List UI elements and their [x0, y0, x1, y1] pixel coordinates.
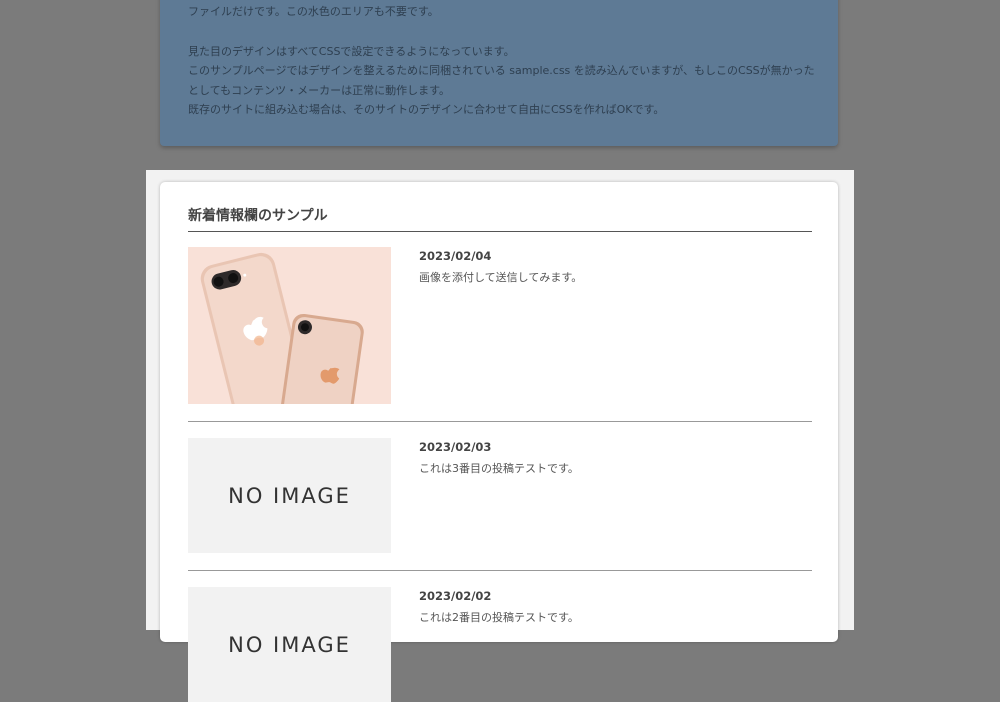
news-date: 2023/02/03 — [419, 440, 492, 454]
no-image-placeholder: NO IMAGE — [188, 587, 391, 702]
info-box: ファイルだけです。この水色のエリアも不要です。 見た目のデザインはすべてCSSで… — [160, 0, 838, 146]
news-divider — [188, 570, 812, 571]
info-line: このサンプルページではデザインを整えるために同梱されている sample.css… — [188, 64, 815, 77]
news-item[interactable]: NO IMAGE 2023/02/03 これは3番目の投稿テストです。 — [188, 438, 812, 553]
info-text: ファイルだけです。この水色のエリアも不要です。 見た目のデザインはすべてCSSで… — [188, 2, 818, 120]
info-line: ファイルだけです。この水色のエリアも不要です。 — [188, 5, 439, 18]
news-text[interactable]: 画像を添付して送信してみます。 — [419, 269, 582, 285]
news-thumbnail[interactable]: NO IMAGE — [188, 587, 391, 702]
news-thumbnail[interactable]: NO IMAGE — [188, 438, 391, 553]
news-divider — [188, 421, 812, 422]
phone-photo-image — [188, 247, 391, 404]
info-line: 既存のサイトに組み込む場合は、そのサイトのデザインに合わせて自由にCSSを作れば… — [188, 103, 665, 116]
info-line: としてもコンテンツ・メーカーは正常に動作します。 — [188, 83, 451, 97]
info-line: 見た目のデザインはすべてCSSで設定できるようになっています。 — [188, 44, 515, 58]
news-section-title: 新着情報欄のサンプル — [188, 205, 812, 232]
news-item[interactable]: 2023/02/04 画像を添付して送信してみます。 — [188, 247, 812, 404]
news-thumbnail[interactable] — [188, 247, 391, 404]
news-item[interactable]: NO IMAGE 2023/02/02 これは2番目の投稿テストです。 — [188, 587, 812, 702]
news-date: 2023/02/04 — [419, 249, 492, 263]
no-image-placeholder: NO IMAGE — [188, 438, 391, 553]
news-date: 2023/02/02 — [419, 589, 492, 603]
news-text[interactable]: これは3番目の投稿テストです。 — [419, 460, 579, 476]
news-card: 新着情報欄のサンプル 2023/02/04 画像を添付して送信してみます。 NO… — [160, 182, 838, 702]
